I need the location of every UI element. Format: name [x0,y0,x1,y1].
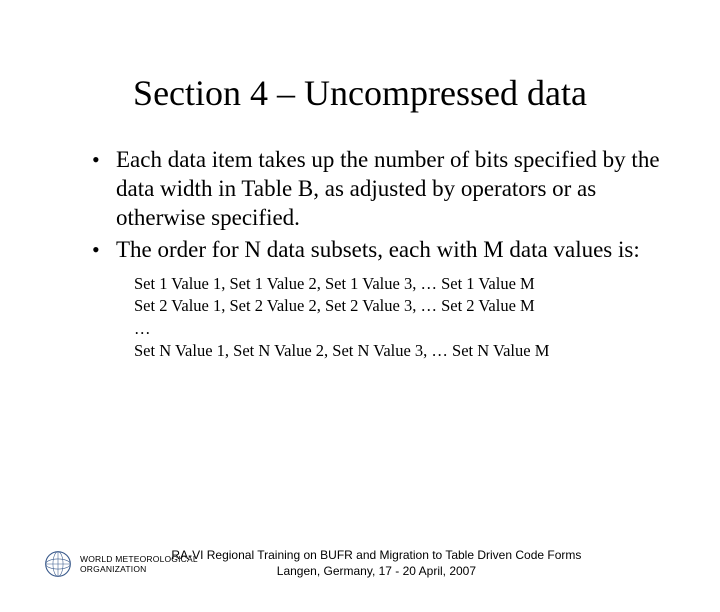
subline-block: Set 1 Value 1, Set 1 Value 2, Set 1 Valu… [134,273,660,362]
footer: WORLD METEOROLOGICAL ORGANIZATION RA-VI … [0,550,720,578]
subline: Set 2 Value 1, Set 2 Value 2, Set 2 Valu… [134,295,660,317]
wmo-logo-icon [44,550,72,578]
subline: … [134,318,660,340]
bullet-list: Each data item takes up the number of bi… [88,146,660,265]
footer-line: Langen, Germany, 17 - 20 April, 2007 [171,564,581,580]
bullet-item: The order for N data subsets, each with … [88,236,660,265]
footer-line: RA-VI Regional Training on BUFR and Migr… [171,548,581,564]
footer-right: RA-VI Regional Training on BUFR and Migr… [171,548,581,579]
slide-title: Section 4 – Uncompressed data [0,72,720,114]
subline: Set 1 Value 1, Set 1 Value 2, Set 1 Valu… [134,273,660,295]
subline: Set N Value 1, Set N Value 2, Set N Valu… [134,340,660,362]
bullet-item: Each data item takes up the number of bi… [88,146,660,232]
